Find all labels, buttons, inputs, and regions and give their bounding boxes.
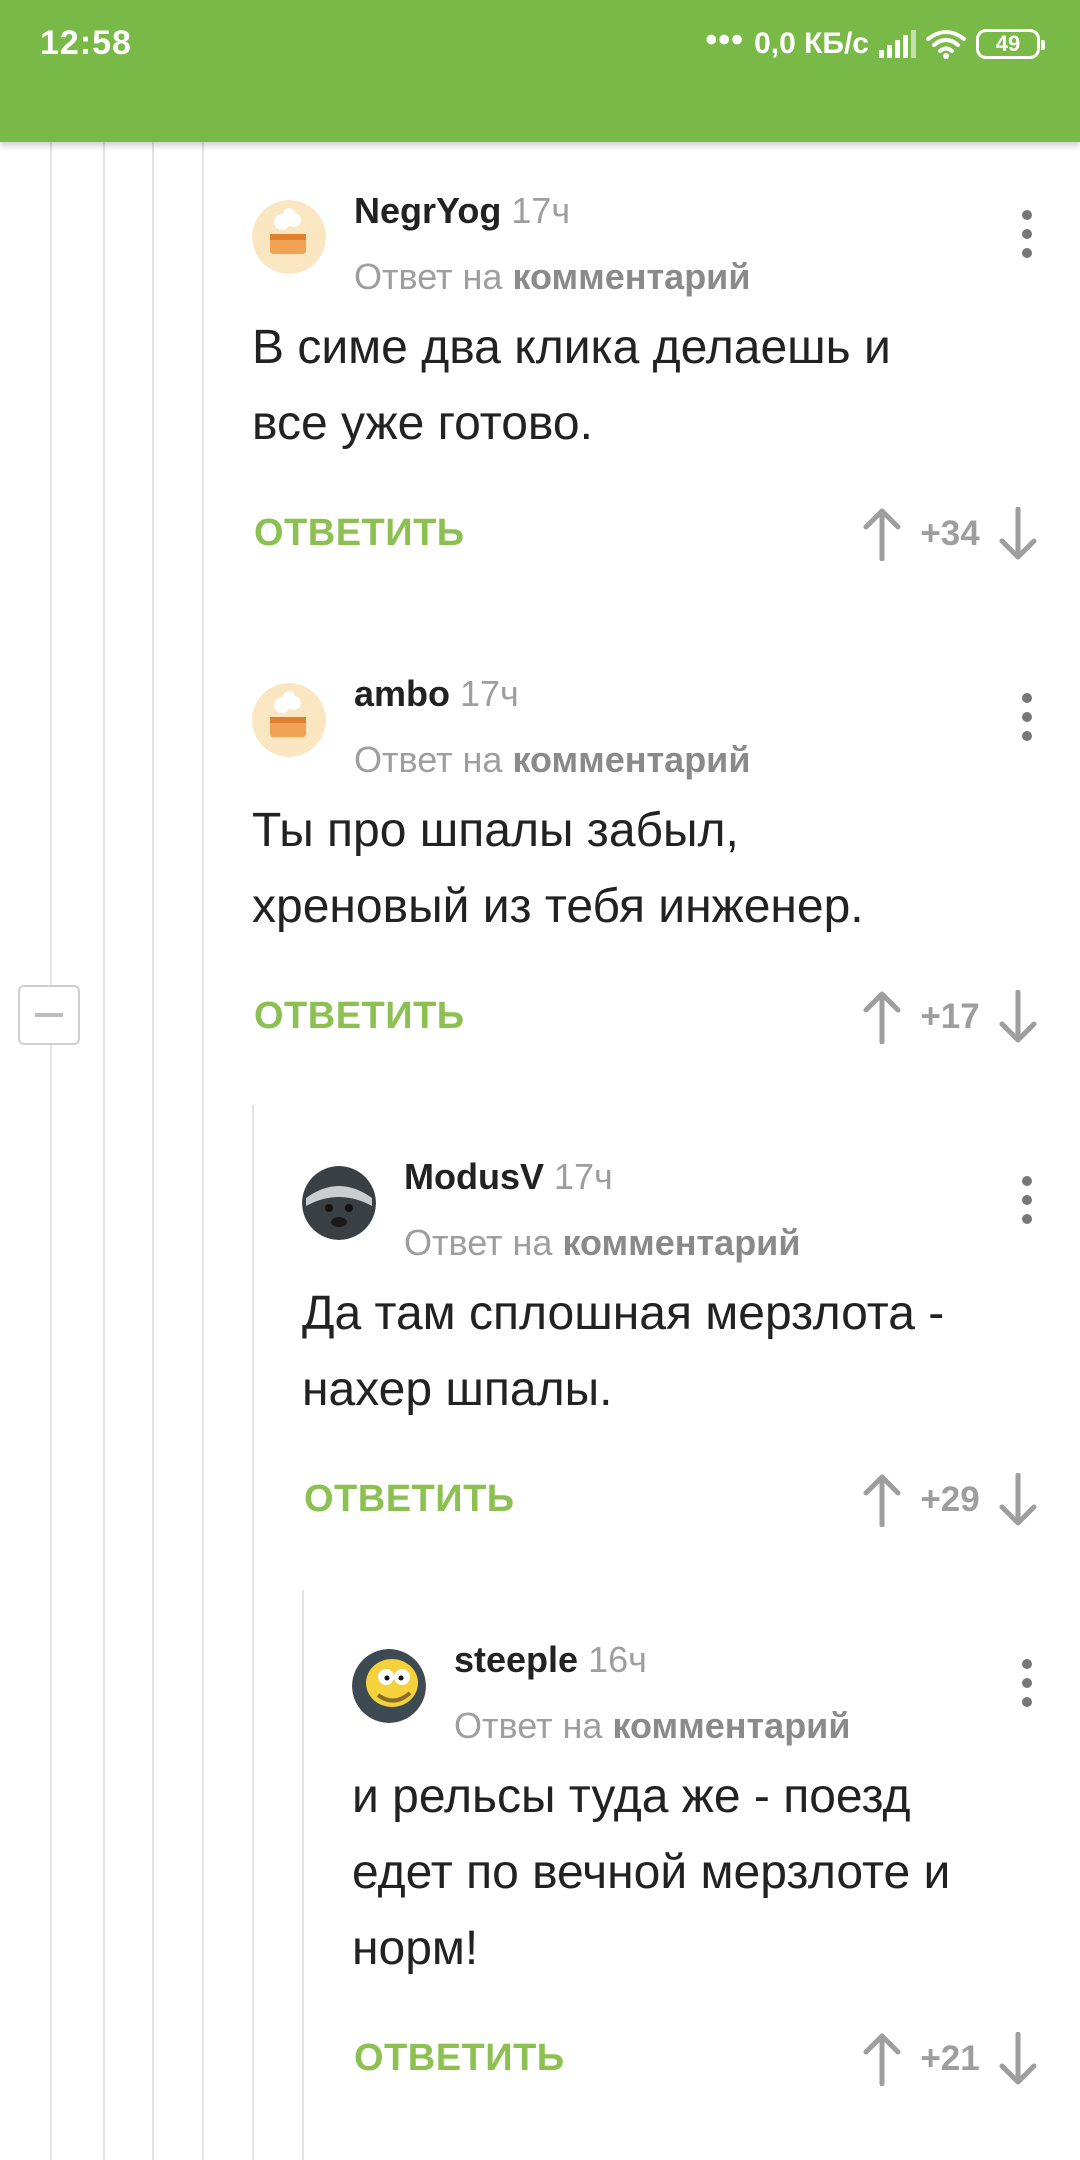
comment-author-line: ModusV 17ч xyxy=(404,1156,613,1198)
more-options-icon[interactable] xyxy=(1022,693,1032,741)
battery-icon: 49 xyxy=(976,29,1045,59)
reply-prefix: Ответ на xyxy=(404,1222,553,1263)
comment-score: +21 xyxy=(920,2039,980,2078)
reply-to-line: Ответ на комментарий xyxy=(404,1222,800,1264)
parent-comment-link[interactable]: комментарий xyxy=(562,1222,800,1263)
thread-line-3 xyxy=(152,142,154,2160)
comment-text: Ты про шпалы забыл, хреновый из тебя инж… xyxy=(252,793,864,945)
reply-to-line: Ответ на комментарий xyxy=(354,739,750,781)
comment: ambo 17ч Ответ на комментарий Ты про шпал… xyxy=(252,633,1080,1053)
more-options-icon[interactable] xyxy=(1022,1659,1032,1707)
honey-badger-avatar-icon xyxy=(302,1166,376,1240)
thread-line-1-lower xyxy=(50,1045,52,2160)
cake-avatar-icon xyxy=(252,200,326,274)
reply-button[interactable]: ОТВЕТИТЬ xyxy=(304,1478,515,1521)
comment-author-line: steeple 16ч xyxy=(454,1639,647,1681)
notification-dots: ••• xyxy=(705,21,745,59)
comment: steeple 16ч Ответ на комментарий и рельсы… xyxy=(352,1599,1080,2099)
comment-score: +17 xyxy=(920,997,980,1036)
vote-controls: +17 xyxy=(860,987,1040,1047)
vote-controls: +34 xyxy=(860,504,1040,564)
comment-text-line: Да там сплошная мерзлота - xyxy=(302,1287,945,1340)
comment: ModusV 17ч Ответ на комментарий Да там сп… xyxy=(302,1116,1080,1536)
collapse-thread-button[interactable] xyxy=(18,985,80,1045)
status-time: 12:58 xyxy=(40,24,132,62)
downvote-icon[interactable] xyxy=(996,507,1040,561)
comment-text-line: все уже готово. xyxy=(252,397,593,450)
upvote-icon[interactable] xyxy=(860,2032,904,2086)
comment-text: и рельсы туда же - поезд едет по вечной … xyxy=(352,1759,950,1987)
comment-actions: ОТВЕТИТЬ +21 xyxy=(352,2029,1080,2089)
comment-actions: ОТВЕТИТЬ +17 xyxy=(252,987,1080,1047)
comment-time: 16ч xyxy=(588,1639,647,1680)
author-name[interactable]: ambo xyxy=(354,673,450,714)
comment: NegrYog 17ч Ответ на комментарий В симе д… xyxy=(252,150,1080,570)
author-name[interactable]: ModusV xyxy=(404,1156,544,1197)
upvote-icon[interactable] xyxy=(860,990,904,1044)
author-name[interactable]: NegrYog xyxy=(354,190,501,231)
comment-author-line: ambo 17ч xyxy=(354,673,519,715)
comment-time: 17ч xyxy=(554,1156,613,1197)
comment-text-line: норм! xyxy=(352,1922,479,1975)
status-indicators: ••• 0,0 КБ/с 49 xyxy=(705,21,1045,66)
avatar[interactable] xyxy=(252,683,326,757)
upvote-icon[interactable] xyxy=(860,507,904,561)
comment-text-line: и рельсы туда же - поезд xyxy=(352,1770,911,1823)
cake-avatar-icon xyxy=(252,683,326,757)
battery-level: 49 xyxy=(995,31,1021,56)
comment-actions: ОТВЕТИТЬ +34 xyxy=(252,504,1080,564)
comment-score: +34 xyxy=(920,514,980,553)
minus-icon xyxy=(35,1013,63,1017)
comment-text: Да там сплошная мерзлота - нахер шпалы. xyxy=(302,1276,944,1428)
status-bar: 12:58 ••• 0,0 КБ/с 49 xyxy=(0,0,1080,142)
thread-line-1 xyxy=(50,142,52,985)
comment-author-line: NegrYog 17ч xyxy=(354,190,570,232)
comment-text: В симе два клика делаешь и все уже готов… xyxy=(252,310,891,462)
comment-actions: ОТВЕТИТЬ +29 xyxy=(302,1470,1080,1530)
downvote-icon[interactable] xyxy=(996,2032,1040,2086)
reply-button[interactable]: ОТВЕТИТЬ xyxy=(254,512,465,555)
reply-to-line: Ответ на комментарий xyxy=(454,1705,850,1747)
avatar[interactable] xyxy=(352,1649,426,1723)
thread-line-4 xyxy=(202,142,204,2160)
comment-text-line: едет по вечной мерзлоте и xyxy=(352,1846,951,1899)
reply-button[interactable]: ОТВЕТИТЬ xyxy=(354,2037,565,2080)
parent-comment-link[interactable]: комментарий xyxy=(512,739,750,780)
downvote-icon[interactable] xyxy=(996,1473,1040,1527)
author-name[interactable]: steeple xyxy=(454,1639,578,1680)
network-speed: 0,0 КБ/с xyxy=(754,27,869,60)
vote-controls: +29 xyxy=(860,1470,1040,1530)
reply-to-line: Ответ на комментарий xyxy=(354,256,750,298)
thread-line-6 xyxy=(302,1590,304,2160)
reply-button[interactable]: ОТВЕТИТЬ xyxy=(254,995,465,1038)
upvote-icon[interactable] xyxy=(860,1473,904,1527)
vote-controls: +21 xyxy=(860,2029,1040,2089)
thread-line-5 xyxy=(252,1105,254,2160)
avatar[interactable] xyxy=(302,1166,376,1240)
cartoon-avatar-icon xyxy=(352,1649,426,1723)
comment-text-line: Ты про шпалы забыл, xyxy=(252,804,739,857)
more-options-icon[interactable] xyxy=(1022,210,1032,258)
parent-comment-link[interactable]: комментарий xyxy=(512,256,750,297)
comment-score: +29 xyxy=(920,1480,980,1519)
comment-text-line: хреновый из тебя инженер. xyxy=(252,880,864,933)
reply-prefix: Ответ на xyxy=(354,256,503,297)
more-options-icon[interactable] xyxy=(1022,1176,1032,1224)
comment-time: 17ч xyxy=(511,190,571,231)
signal-icon xyxy=(879,30,916,58)
parent-comment-link[interactable]: комментарий xyxy=(612,1705,850,1746)
downvote-icon[interactable] xyxy=(996,990,1040,1044)
wifi-icon xyxy=(926,30,966,59)
thread-line-2 xyxy=(103,142,105,2160)
reply-prefix: Ответ на xyxy=(354,739,503,780)
avatar[interactable] xyxy=(252,200,326,274)
comment-time: 17ч xyxy=(460,673,519,714)
comment-text-line: нахер шпалы. xyxy=(302,1363,613,1416)
comment-text-line: В симе два клика делаешь и xyxy=(252,321,891,374)
reply-prefix: Ответ на xyxy=(454,1705,603,1746)
